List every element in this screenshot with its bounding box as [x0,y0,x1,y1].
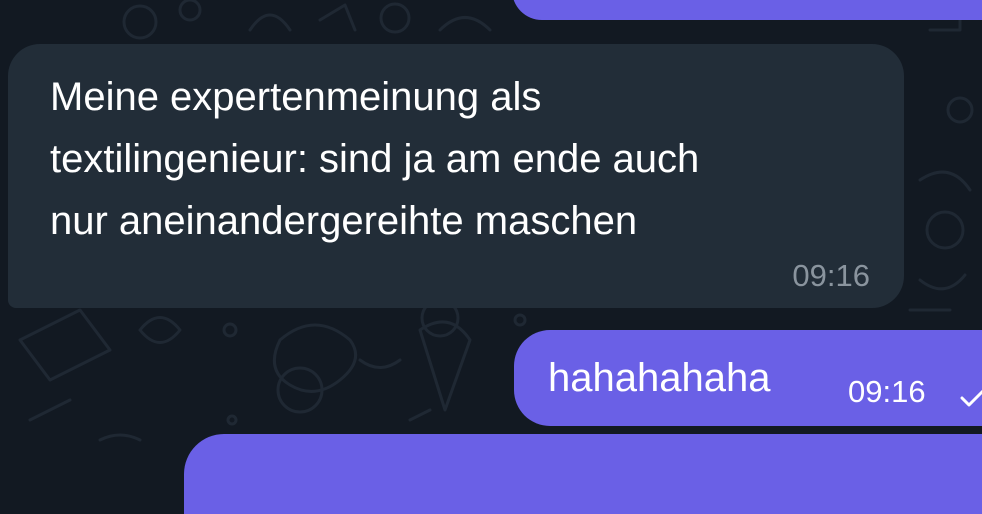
single-check-icon [960,389,982,407]
message-text: Meine expertenmeinung als textilingenieur… [50,66,880,252]
message-text: hahahahaha [548,356,771,400]
message-timestamp: 09:16 [848,374,926,409]
message-timestamp: 09:16 [792,258,870,293]
message-text-line: Meine expertenmeinung als [50,75,542,119]
outgoing-message-bubble-partial [184,434,982,514]
outgoing-message-bubble-partial [512,0,982,20]
incoming-message-bubble[interactable]: Meine expertenmeinung als textilingenieur… [8,44,904,308]
message-text-line: nur aneinandergereihte maschen [50,199,638,243]
message-text-line: textilingenieur: sind ja am ende auch [50,137,700,181]
outgoing-message-bubble[interactable]: hahahahaha 09:16 [514,330,982,426]
